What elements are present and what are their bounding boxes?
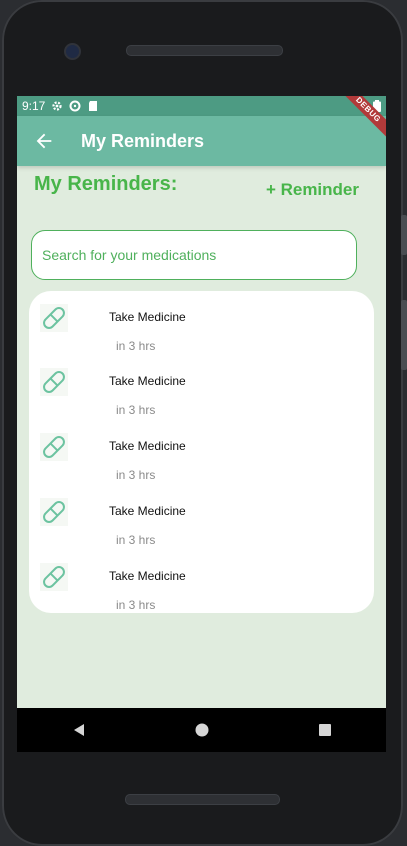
arrow-left-icon[interactable] [33,130,55,152]
list-item[interactable]: Take Medicine in 3 hrs [29,355,374,419]
app-bar: My Reminders [17,116,386,166]
reminder-list: Take Medicine in 3 hrs Take Medicine in … [29,291,374,613]
reminder-title: Take Medicine [109,569,186,583]
pill-icon [40,563,68,591]
reminder-title: Take Medicine [109,504,186,518]
front-camera [64,43,81,60]
power-button [401,300,407,370]
gear-icon [52,101,62,111]
reminder-time: in 3 hrs [116,533,156,547]
back-triangle-icon[interactable] [71,722,87,738]
reminder-title: Take Medicine [109,310,186,324]
pill-icon [40,368,68,396]
volume-button [401,215,407,255]
reminders-header: My Reminders: + Reminder [17,166,386,214]
status-time: 9:17 [22,99,46,113]
list-item[interactable]: Take Medicine in 3 hrs [29,420,374,484]
reminder-time: in 3 hrs [116,403,156,417]
pill-icon [40,304,68,332]
screen: 9:17 DEBUG My Reminders My Reminders: + … [17,96,386,708]
system-nav-bar [17,708,386,752]
search-input[interactable]: Search for your medications [31,230,357,280]
list-item[interactable]: Take Medicine in 3 hrs [29,291,374,355]
list-item[interactable]: Take Medicine in 3 hrs [29,550,374,614]
reminder-title: Take Medicine [109,374,186,388]
reminder-time: in 3 hrs [116,598,156,612]
reminder-time: in 3 hrs [116,468,156,482]
search-placeholder: Search for your medications [42,247,217,263]
sd-card-icon [89,101,98,111]
bottom-speaker [125,794,280,805]
home-circle-icon[interactable] [194,722,210,738]
add-reminder-button[interactable]: + Reminder [266,180,359,200]
status-bar: 9:17 DEBUG [17,96,386,143]
data-saver-icon [69,100,81,112]
app-bar-title: My Reminders [81,130,205,151]
page-title: My Reminders: [34,172,178,195]
reminder-time: in 3 hrs [116,339,156,353]
reminder-title: Take Medicine [109,439,186,453]
list-item[interactable]: Take Medicine in 3 hrs [29,485,374,549]
pill-icon [40,433,68,461]
pill-icon [40,498,68,526]
earpiece-speaker [126,45,283,56]
recents-square-icon[interactable] [317,722,333,738]
